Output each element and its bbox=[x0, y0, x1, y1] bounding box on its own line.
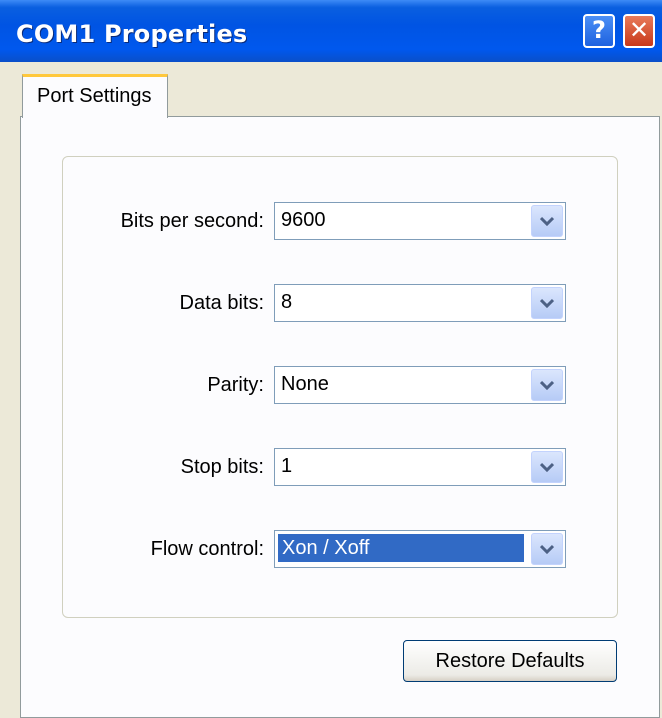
window-title: COM1 Properties bbox=[16, 20, 248, 48]
chevron-down-icon[interactable] bbox=[531, 287, 563, 319]
data-bits-select[interactable]: 8 bbox=[274, 284, 566, 322]
chevron-down-icon[interactable] bbox=[531, 533, 563, 565]
stop-bits-label: Stop bits: bbox=[180, 456, 264, 478]
data-bits-label: Data bits: bbox=[179, 292, 264, 314]
help-icon[interactable]: ? bbox=[583, 14, 615, 48]
bits-per-second-select[interactable]: 9600 bbox=[274, 202, 566, 240]
bits-per-second-label: Bits per second: bbox=[120, 210, 264, 232]
close-icon[interactable]: ✕ bbox=[623, 14, 655, 48]
chevron-down-icon[interactable] bbox=[531, 205, 563, 237]
flow-control-value: Xon / Xoff bbox=[278, 534, 524, 562]
title-bar[interactable]: COM1 Properties ? ✕ bbox=[0, 0, 662, 62]
tab-port-settings[interactable]: Port Settings bbox=[22, 74, 168, 118]
restore-defaults-button[interactable]: Restore Defaults bbox=[403, 640, 617, 682]
flow-control-label: Flow control: bbox=[150, 538, 264, 560]
chevron-down-icon[interactable] bbox=[531, 451, 563, 483]
stop-bits-select[interactable]: 1 bbox=[274, 448, 566, 486]
bits-per-second-value: 9600 bbox=[281, 209, 326, 231]
flow-control-select[interactable]: Xon / Xoff bbox=[274, 530, 566, 568]
parity-label: Parity: bbox=[207, 374, 264, 396]
data-bits-value: 8 bbox=[281, 291, 293, 313]
properties-window: COM1 Properties ? ✕ Port Settings Bits p… bbox=[0, 0, 662, 718]
stop-bits-value: 1 bbox=[281, 455, 293, 477]
tab-label: Port Settings bbox=[37, 85, 152, 107]
parity-value: None bbox=[281, 373, 329, 395]
chevron-down-icon[interactable] bbox=[531, 369, 563, 401]
parity-select[interactable]: None bbox=[274, 366, 566, 404]
